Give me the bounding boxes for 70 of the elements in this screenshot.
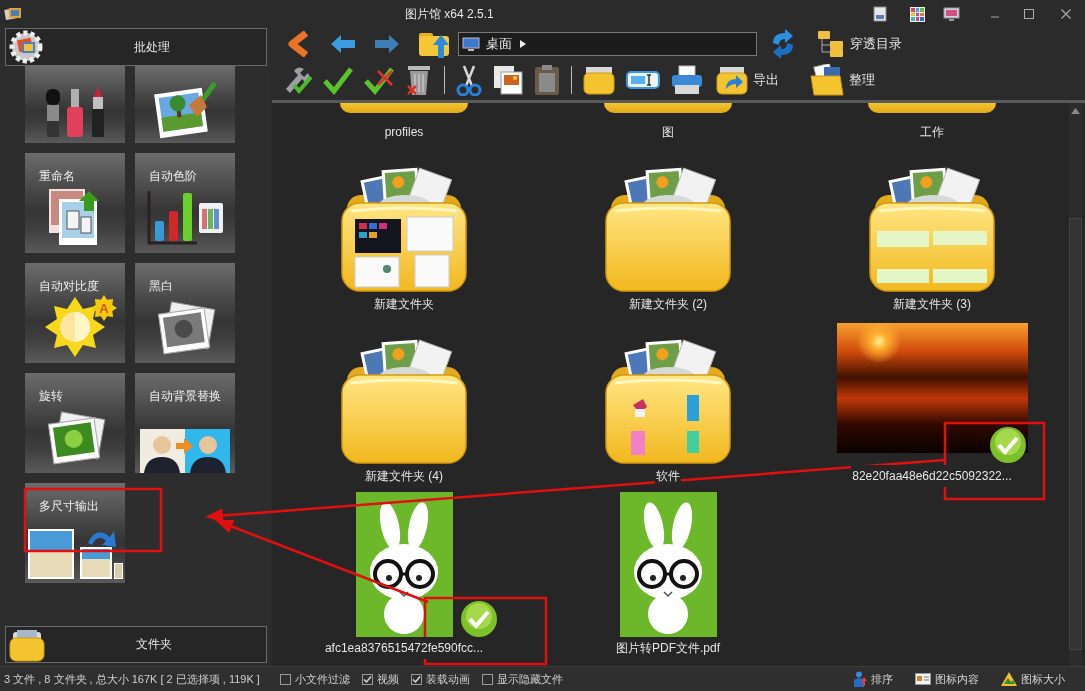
- tool-button[interactable]: 自动背景替换: [135, 373, 235, 473]
- folder-arrow-icon: [716, 65, 748, 95]
- letter-badge: A: [91, 295, 117, 321]
- scroll-up-icon[interactable]: [1071, 108, 1080, 114]
- sort-button[interactable]: 排序: [853, 671, 893, 687]
- text-field-icon[interactable]: [626, 70, 660, 90]
- batch-button[interactable]: 批处理: [5, 28, 267, 66]
- organize-button[interactable]: 整理: [810, 64, 875, 96]
- checkbox[interactable]: [411, 673, 422, 685]
- checkbox[interactable]: [482, 673, 493, 685]
- scrollbar-thumb[interactable]: [1069, 218, 1082, 650]
- back-icon[interactable]: [286, 31, 310, 57]
- arrow-left-icon[interactable]: [330, 34, 356, 54]
- tool-button[interactable]: [25, 66, 125, 143]
- close-icon[interactable]: [1061, 9, 1071, 19]
- address-field[interactable]: 桌面: [458, 32, 757, 56]
- document-icon[interactable]: [873, 6, 887, 22]
- window-title: 图片馆 x64 2.5.1: [405, 5, 494, 23]
- folder-icon: [9, 627, 45, 662]
- folder-papers-icon: [810, 64, 844, 96]
- tool-button[interactable]: 重命名: [25, 153, 125, 253]
- checkbox[interactable]: [362, 673, 373, 685]
- person-icon: [853, 671, 867, 687]
- tool-button[interactable]: 自动色阶: [135, 153, 235, 253]
- tool-button[interactable]: 多尺寸输出: [25, 483, 125, 583]
- tool-button[interactable]: [135, 66, 235, 143]
- monitor-icon[interactable]: [943, 6, 960, 22]
- monitor-icon: [462, 36, 480, 52]
- printer-icon[interactable]: [671, 65, 703, 95]
- folder-icon[interactable]: [604, 103, 732, 113]
- tool-button[interactable]: 自动对比度 A: [25, 263, 125, 363]
- trash-icon[interactable]: [405, 64, 433, 96]
- icon-content-button[interactable]: 图标内容: [915, 671, 979, 687]
- scrollbar-track[interactable]: [1069, 103, 1082, 666]
- tree-button[interactable]: 穿透目录: [817, 30, 902, 58]
- gear-icon: [9, 30, 43, 64]
- checkbox[interactable]: [280, 673, 291, 685]
- folder-icon[interactable]: [340, 103, 468, 113]
- photo-stack-icon[interactable]: [4, 5, 22, 23]
- tool-button[interactable]: 旋转: [25, 373, 125, 473]
- caret-icon[interactable]: [520, 40, 526, 48]
- option-label[interactable]: 装载动画: [426, 671, 470, 687]
- arrow-right-icon[interactable]: [374, 34, 400, 54]
- folder-button[interactable]: 文件夹: [5, 626, 267, 663]
- file-name[interactable]: afc1ea8376515472fe590fcc...: [323, 637, 485, 659]
- scissors-icon[interactable]: [456, 64, 482, 96]
- photo-placeholder[interactable]: [836, 323, 1028, 453]
- option-label[interactable]: 显示隐藏文件: [497, 671, 563, 687]
- copy-icon[interactable]: [493, 65, 523, 95]
- folder-tree-icon: [817, 30, 845, 58]
- bar-chart-icon: [145, 191, 225, 247]
- folder-icon[interactable]: [868, 103, 996, 113]
- tool-button[interactable]: 黑白: [135, 263, 235, 363]
- export-button[interactable]: 导出: [716, 65, 779, 95]
- clipboard-icon[interactable]: [534, 64, 560, 96]
- portrait-swap-icon: [140, 429, 230, 473]
- check-icon[interactable]: [323, 65, 353, 95]
- folder-icon[interactable]: [583, 65, 615, 95]
- rabbit-drawing[interactable]: [619, 492, 717, 637]
- rabbit-drawing[interactable]: [355, 492, 453, 637]
- color-grid-icon[interactable]: [910, 6, 925, 22]
- file-name[interactable]: 82e20faa48e6d22c5092322...: [851, 465, 1013, 487]
- icon-size-button[interactable]: 图标大小: [1001, 671, 1065, 687]
- card-icon: [915, 673, 931, 685]
- option-label[interactable]: 视频: [377, 671, 399, 687]
- check-cross-icon[interactable]: [364, 65, 394, 95]
- maximize-icon[interactable]: [1024, 9, 1034, 19]
- status-summary: 3 文件 , 8 文件夹 , 总大小 167K [ 2 已选择项 , 119K ]: [4, 671, 261, 687]
- option-label[interactable]: 小文件过滤: [295, 671, 350, 687]
- picture-icon: [1001, 672, 1017, 686]
